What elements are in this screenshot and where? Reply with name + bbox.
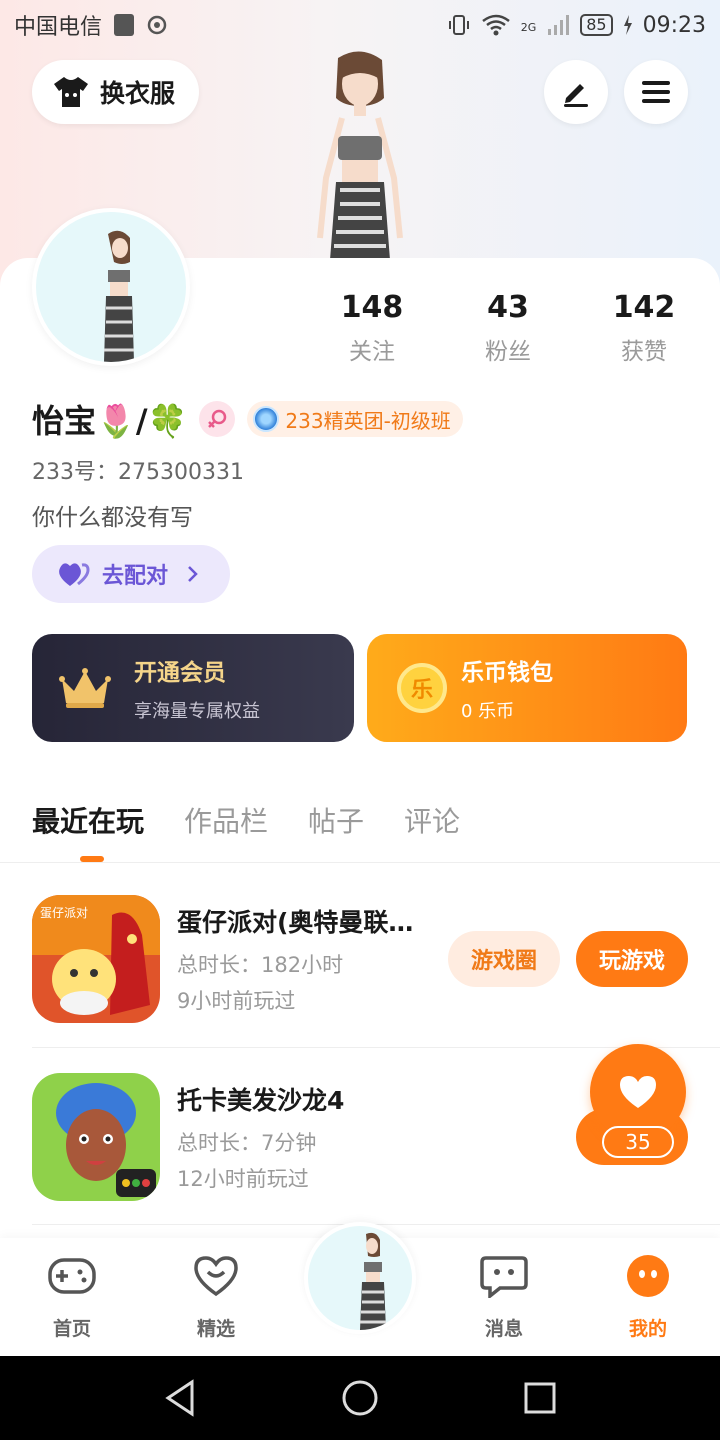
game-duration: 总时长：182小时: [177, 953, 344, 977]
system-nav-bar: [0, 1356, 720, 1440]
game-row[interactable]: 蛋仔派对 蛋仔派对(奥特曼联… 总时长：182小时 9小时前玩过 游戏圈 玩游戏: [32, 895, 720, 1055]
stat-value: 43: [487, 290, 529, 325]
tab-recent-played[interactable]: 最近在玩: [32, 800, 144, 840]
recents-icon[interactable]: [522, 1380, 558, 1416]
wifi-icon: [481, 14, 510, 36]
avatar-3d-figure[interactable]: [280, 48, 440, 260]
game-last-played: 9小时前玩过: [177, 989, 296, 1013]
nav-home[interactable]: 首页: [22, 1254, 122, 1341]
game-last-played: 12小时前玩过: [177, 1167, 309, 1191]
nav-me[interactable]: 我的: [598, 1254, 698, 1341]
carrier-label: 中国电信: [14, 15, 103, 40]
wallet-balance: 0 乐币: [461, 701, 515, 722]
tab-works[interactable]: 作品栏: [184, 800, 268, 840]
avatar[interactable]: [32, 208, 190, 366]
nav-messages[interactable]: 消息: [454, 1254, 554, 1341]
nav-label: 我的: [628, 1318, 667, 1340]
game-name: 蛋仔派对(奥特曼联…: [177, 908, 414, 937]
name-row: 怡宝🌷/🍀 233精英团-初级班: [32, 396, 463, 442]
stat-value: 142: [612, 290, 676, 325]
nav-label: 消息: [484, 1318, 523, 1340]
signal-icon: [548, 15, 570, 35]
menu-button[interactable]: [624, 60, 688, 124]
stat-label: 获赞: [621, 339, 667, 365]
hamburger-icon: [642, 81, 670, 103]
user-name: 怡宝🌷/🍀: [32, 402, 188, 440]
crown-icon: [59, 668, 111, 708]
status-bar: 中国电信 2G 85 09:23: [0, 0, 720, 50]
game-duration: 总时长：7分钟: [177, 1131, 317, 1155]
stat-likes[interactable]: 142 获赞: [576, 290, 712, 366]
chevron-right-icon: [188, 566, 198, 582]
game-icon-toca-hair-salon[interactable]: [32, 1073, 160, 1201]
tab-posts[interactable]: 帖子: [308, 800, 364, 840]
tshirt-icon: [54, 77, 88, 107]
stat-following[interactable]: 148 关注: [304, 290, 440, 366]
profile-stats: 148 关注 43 粉丝 142 获赞: [304, 290, 712, 366]
heart-chat-icon: [194, 1256, 238, 1297]
profile-face-icon: [627, 1255, 669, 1297]
coin-icon: 乐: [397, 663, 447, 713]
nav-featured[interactable]: 精选: [166, 1254, 266, 1341]
change-outfit-button[interactable]: 换衣服: [32, 60, 200, 124]
divider: [0, 862, 720, 863]
female-gender-icon: [199, 401, 236, 437]
sim-card-icon: [114, 14, 135, 36]
play-game-button[interactable]: 玩游戏: [576, 931, 688, 987]
stat-value: 148: [340, 290, 404, 325]
match-button[interactable]: 去配对: [32, 545, 230, 603]
level-badge[interactable]: 233精英团-初级班: [247, 401, 463, 437]
like-count-badge: 35: [602, 1126, 674, 1158]
nav-avatar-button[interactable]: [304, 1222, 416, 1334]
game-name: 托卡美发沙龙4: [177, 1086, 345, 1115]
tab-comments[interactable]: 评论: [404, 800, 460, 840]
double-heart-icon: [59, 563, 90, 586]
change-outfit-label: 换衣服: [100, 79, 176, 108]
network-type-label: 2G: [520, 20, 537, 34]
nfc-icon: [147, 15, 167, 35]
heart-icon: [620, 1076, 656, 1108]
gamepad-icon: [48, 1258, 96, 1294]
game-icon-eggy-party[interactable]: 蛋仔派对: [32, 895, 160, 1023]
profile-tabs: 最近在玩 作品栏 帖子 评论: [32, 800, 460, 840]
charging-icon: [623, 15, 632, 35]
stat-label: 粉丝: [485, 339, 531, 365]
wallet-card[interactable]: 乐 乐币钱包 0 乐币: [367, 634, 687, 742]
user-id: 233号：275300331: [32, 460, 244, 485]
game-circle-button[interactable]: 游戏圈: [448, 931, 560, 987]
user-bio: 你什么都没有写: [32, 505, 193, 531]
stat-label: 关注: [349, 339, 395, 365]
home-circle-icon[interactable]: [340, 1378, 380, 1418]
vip-card[interactable]: 开通会员 享海量专属权益: [32, 634, 354, 742]
clock: 09:23: [642, 12, 706, 38]
vip-subtitle: 享海量专属权益: [134, 701, 260, 722]
edit-profile-button[interactable]: [544, 60, 608, 124]
vip-title: 开通会员: [134, 660, 226, 686]
stat-followers[interactable]: 43 粉丝: [440, 290, 576, 366]
message-icon: [480, 1256, 528, 1300]
back-icon[interactable]: [162, 1378, 198, 1418]
level-badge-label: 233精英团-初级班: [285, 408, 451, 433]
svg-text:蛋仔派对: 蛋仔派对: [40, 906, 88, 920]
nav-label: 精选: [196, 1318, 235, 1340]
battery-level: 85: [580, 14, 613, 36]
pencil-icon: [564, 84, 588, 107]
match-label: 去配对: [102, 564, 169, 589]
avatar-figure-icon: [104, 230, 134, 362]
vibrate-icon: [448, 15, 469, 35]
nav-label: 首页: [52, 1318, 91, 1340]
wallet-title: 乐币钱包: [461, 660, 553, 686]
level-medal-icon: [253, 406, 280, 432]
avatar-figure-icon: [360, 1232, 386, 1330]
